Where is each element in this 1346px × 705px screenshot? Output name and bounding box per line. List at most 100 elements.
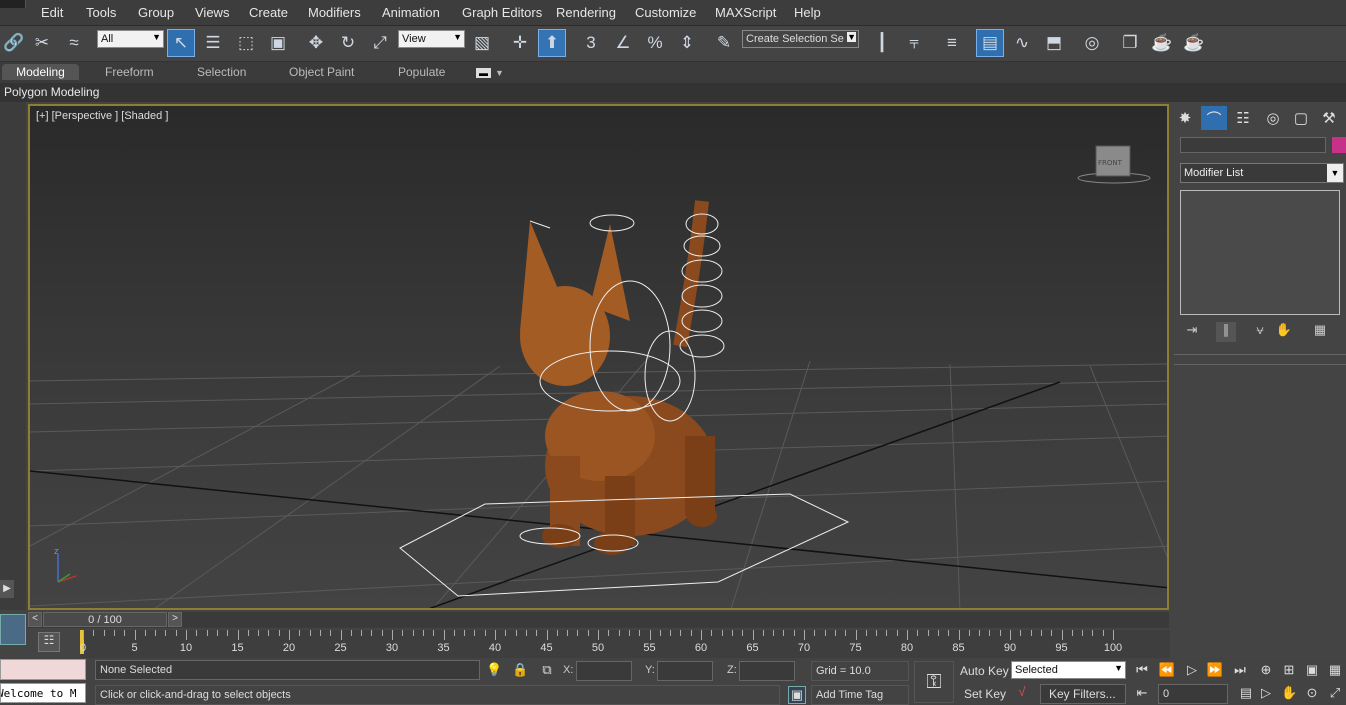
modifier-list-dropdown[interactable]: Modifier List ▼ [1180,163,1344,183]
default-tangents-icon[interactable]: √ [1012,684,1032,699]
motion-tab-icon[interactable]: ◎ [1260,106,1286,130]
go-to-end-icon[interactable]: ⏭ [1231,662,1249,678]
tab-object-paint[interactable]: Object Paint [289,65,354,79]
hierarchy-tab-icon[interactable]: ☷ [1230,106,1256,130]
angle-snap-button[interactable]: ∠ [609,29,637,57]
menu-help[interactable]: Help [794,5,821,20]
app-logo[interactable] [0,0,26,8]
viewport-layout-tab[interactable] [0,614,26,645]
auto-key-button[interactable]: Auto Key [960,664,1009,678]
viewcube[interactable]: FRONT [1077,145,1151,184]
zoom-extents-icon[interactable]: ▣ [1304,662,1320,678]
render-production-icon[interactable]: ☕ [1180,29,1208,57]
go-to-start-icon[interactable]: ⏮ [1133,662,1151,678]
y-coordinate-field[interactable] [657,661,713,681]
selection-filter-dropdown[interactable]: All ▼ [97,30,164,48]
viewport-label[interactable]: [+] [Perspective ] [Shaded ] [36,110,168,122]
time-slider-thumb[interactable]: 0 / 100 [43,612,167,627]
x-coordinate-field[interactable] [576,661,632,681]
z-coordinate-field[interactable] [739,661,795,681]
time-tag-icon[interactable]: ▣ [788,686,806,704]
menu-create[interactable]: Create [249,5,288,20]
zoom-all-icon[interactable]: ⊞ [1281,662,1297,678]
unlink-icon[interactable]: ✂ [28,29,56,57]
reference-coordinate-dropdown[interactable]: View ▼ [398,30,465,48]
tab-populate[interactable]: Populate [398,65,445,79]
menu-graph-editors[interactable]: Graph Editors [462,5,542,20]
edit-named-selection-button[interactable]: ✎ [710,29,738,57]
mini-curve-editor-icon[interactable]: ☷ [38,632,60,652]
show-end-result-icon[interactable]: ∥ [1216,322,1236,342]
lock-icon[interactable]: 🔒 [512,662,528,678]
zoom-icon[interactable]: ⊕ [1258,662,1274,678]
select-manipulate-button[interactable]: ✛ [506,29,534,57]
modify-tab-icon[interactable]: ⌒ [1201,106,1227,130]
orbit-icon[interactable]: ⊙ [1304,685,1320,701]
menu-maxscript[interactable]: MAXScript [715,5,776,20]
tab-modeling[interactable]: Modeling [2,64,79,80]
set-key-button[interactable]: Set Key [964,687,1006,701]
make-unique-icon[interactable]: ⩝ [1250,322,1270,342]
maxscript-listener-input[interactable] [0,659,86,680]
rotate-icon[interactable]: ↻ [334,29,362,57]
rectangular-selection-button[interactable]: ⬚ [232,29,260,57]
pin-stack-icon[interactable]: ⇥ [1182,322,1202,342]
pan-view-icon[interactable]: ✋ [1281,685,1297,701]
material-editor-icon[interactable]: ◎ [1078,29,1106,57]
scale-icon[interactable]: ⤢ [366,29,394,57]
key-mode-dropdown[interactable]: Selected ▼ [1011,661,1126,679]
isolate-selection-icon[interactable]: 💡 [486,662,502,678]
absolute-mode-icon[interactable]: ⧉ [538,662,556,678]
menu-tools[interactable]: Tools [86,5,116,20]
mirror-icon[interactable]: ┃ [868,29,896,57]
bind-space-warp-icon[interactable]: ≈ [60,29,88,57]
perspective-viewport[interactable]: FRONT z [+] [Perspective ] [Shaded ] [28,104,1169,610]
rendered-frame-window-icon[interactable]: ☕ [1148,29,1176,57]
ribbon-panel-label[interactable]: Polygon Modeling [4,85,99,99]
time-slider-next[interactable]: > [168,612,182,627]
current-frame-field[interactable]: 0 [1158,684,1228,704]
menu-customize[interactable]: Customize [635,5,696,20]
curve-editor-icon[interactable]: ∿ [1008,29,1036,57]
display-tab-icon[interactable]: ▢ [1288,106,1314,130]
previous-frame-icon[interactable]: ⏪ [1158,662,1176,678]
key-mode-toggle-icon[interactable]: ⇤ [1133,685,1151,701]
pivot-center-button[interactable]: ▧ [468,29,496,57]
keyboard-shortcut-override-button[interactable]: ⬆ [538,29,566,57]
percent-snap-button[interactable]: % [641,29,669,57]
set-keys-icon[interactable]: ⚿ [914,661,954,703]
maximize-viewport-icon[interactable]: ⤢ [1327,685,1343,701]
track-bar[interactable]: 0 5 10 15 20 25 30 35 40 45 50 55 60 65 70 75 80 85 90 95 10… [80,630,1170,658]
configure-modifier-sets-icon[interactable]: ▦ [1310,322,1330,342]
menu-rendering[interactable]: Rendering [556,5,616,20]
snaps-toggle-button[interactable]: 3 [577,29,605,57]
menu-animation[interactable]: Animation [382,5,440,20]
spinner-snap-button[interactable]: ⇕ [673,29,701,57]
add-time-tag-button[interactable]: Add Time Tag [811,685,909,705]
named-selection-sets-dropdown[interactable]: Create Selection Se ▼ [742,30,859,48]
field-of-view-icon[interactable]: ▷ [1258,685,1274,701]
align-icon[interactable]: ⫧ [900,29,928,57]
chevron-down-icon[interactable]: ▼ [495,68,504,78]
remove-modifier-icon[interactable]: ✋ [1274,322,1294,342]
select-by-name-button[interactable]: ☰ [199,29,227,57]
modifier-stack[interactable] [1180,190,1340,315]
time-slider-prev[interactable]: < [28,612,42,627]
time-slider[interactable] [28,612,1169,628]
zoom-extents-all-icon[interactable]: ▦ [1327,662,1343,678]
layer-explorer-icon[interactable]: ≡ [938,29,966,57]
tab-selection[interactable]: Selection [197,65,246,79]
ribbon-options-icon[interactable]: ▬ [476,68,491,78]
menu-edit[interactable]: Edit [41,5,63,20]
maxscript-listener-output[interactable]: Welcome to M [0,683,86,703]
expand-arrow-icon[interactable]: ▶ [0,580,14,598]
schematic-view-icon[interactable]: ⬒ [1040,29,1068,57]
next-frame-icon[interactable]: ⏩ [1206,662,1224,678]
menu-group[interactable]: Group [138,5,174,20]
tab-freeform[interactable]: Freeform [105,65,154,79]
menu-views[interactable]: Views [195,5,229,20]
time-configuration-icon[interactable]: ▤ [1238,685,1254,701]
select-object-button[interactable]: ↖ [167,29,195,57]
object-name-field[interactable] [1180,137,1326,153]
render-setup-icon[interactable]: ❐ [1116,29,1144,57]
